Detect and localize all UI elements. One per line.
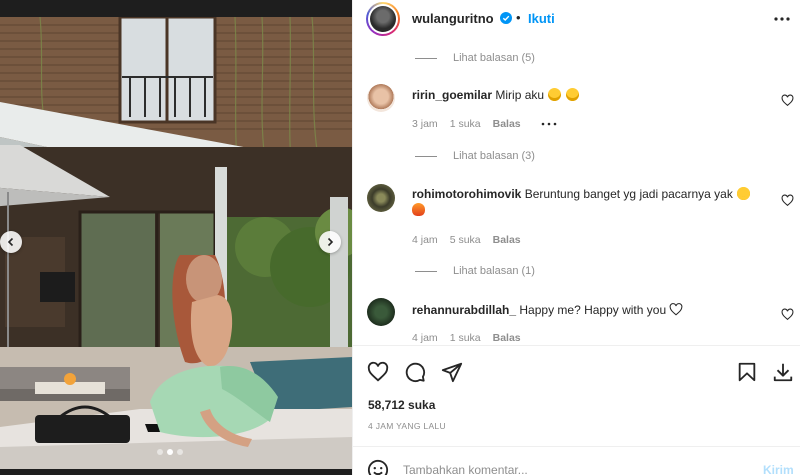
post-timestamp: 4 JAM YANG LALU <box>368 421 446 431</box>
ellipsis-icon[interactable] <box>541 121 557 127</box>
comment-time: 3 jam <box>412 118 438 130</box>
comment-input[interactable] <box>403 460 743 475</box>
like-comment-heart-icon[interactable] <box>781 308 794 321</box>
post-actions-bar <box>353 345 800 395</box>
carousel-dots <box>157 449 183 455</box>
download-icon[interactable] <box>772 361 794 383</box>
smiling-face-with-heart-eyes-icon <box>737 187 751 200</box>
commenter-avatar[interactable] <box>367 184 395 212</box>
verified-badge-icon <box>500 12 512 24</box>
chevron-left-icon <box>7 237 14 247</box>
comment-text: rohimotorohimovik Beruntung banget yg ja… <box>412 186 752 218</box>
commenter-avatar[interactable] <box>367 84 395 112</box>
commenter-username[interactable]: rohimotorohimovik <box>412 187 521 201</box>
carousel-dot-active <box>167 449 173 455</box>
comment-body: Beruntung banget yg jadi pacarnya yak <box>524 187 733 201</box>
like-count[interactable]: 58,712 suka <box>368 398 435 412</box>
carousel-dot <box>157 449 163 455</box>
comment-text: ririn_goemilar Mirip aku <box>412 87 752 103</box>
reply-button[interactable]: Balas <box>493 118 521 130</box>
view-replies-button[interactable]: Lihat balasan (3) <box>415 150 535 162</box>
comment-text: rehannurabdillah_ Happy me? Happy with y… <box>412 302 752 318</box>
emoji-smile-icon[interactable] <box>367 459 389 475</box>
previous-photo-button[interactable] <box>0 231 22 253</box>
post-header: wulanguritno • Ikuti <box>353 0 800 38</box>
comment-likes[interactable]: 1 suka <box>450 332 481 344</box>
face-with-tears-of-joy-icon <box>548 88 562 101</box>
post-side-panel: wulanguritno • Ikuti Lihat balasan (5) r… <box>352 0 800 475</box>
comment-time: 4 jam <box>412 234 438 246</box>
commenter-username[interactable]: rehannurabdillah_ <box>412 303 516 317</box>
fire-icon <box>412 203 425 216</box>
like-comment-heart-icon[interactable] <box>781 194 794 207</box>
instagram-post-view: wulanguritno • Ikuti Lihat balasan (5) r… <box>0 0 800 475</box>
add-comment-bar: Kirim <box>353 446 800 475</box>
comment-likes[interactable]: 1 suka <box>450 118 481 130</box>
comment-bubble-icon[interactable] <box>404 361 426 383</box>
save-bookmark-icon[interactable] <box>736 361 758 383</box>
comment-meta: 4 jam 5 suka Balas <box>412 234 521 246</box>
comment-meta: 3 jam 1 suka Balas <box>412 118 557 130</box>
reply-button[interactable]: Balas <box>493 332 521 344</box>
chevron-right-icon <box>327 237 334 247</box>
reply-button[interactable]: Balas <box>493 234 521 246</box>
send-comment-button[interactable]: Kirim <box>763 463 794 475</box>
comment-likes[interactable]: 5 suka <box>450 234 481 246</box>
commenter-avatar[interactable] <box>367 298 395 326</box>
comment-body: Happy me? Happy with you <box>519 303 667 317</box>
like-comment-heart-icon[interactable] <box>781 94 794 107</box>
view-replies-button[interactable]: Lihat balasan (1) <box>415 265 535 277</box>
comments-list[interactable]: Lihat balasan (5) ririn_goemilar Mirip a… <box>353 38 800 345</box>
post-image <box>0 17 352 469</box>
like-heart-icon[interactable] <box>367 361 389 383</box>
carousel-dot <box>177 449 183 455</box>
comment-time: 4 jam <box>412 332 438 344</box>
white-heart-icon <box>670 303 683 316</box>
commenter-username[interactable]: ririn_goemilar <box>412 88 492 102</box>
follow-button[interactable]: Ikuti <box>528 11 555 26</box>
face-with-tears-of-joy-icon <box>565 88 579 101</box>
share-paper-plane-icon[interactable] <box>441 361 463 383</box>
view-replies-button[interactable]: Lihat balasan (5) <box>415 52 535 64</box>
comment-meta: 4 jam 1 suka Balas <box>412 332 521 344</box>
author-avatar[interactable] <box>366 2 400 36</box>
header-separator: • <box>516 10 521 25</box>
next-photo-button[interactable] <box>319 231 341 253</box>
more-options-icon[interactable] <box>773 10 791 28</box>
author-username[interactable]: wulanguritno <box>412 11 494 26</box>
post-photo[interactable] <box>0 0 352 475</box>
comment-body: Mirip aku <box>495 88 545 102</box>
